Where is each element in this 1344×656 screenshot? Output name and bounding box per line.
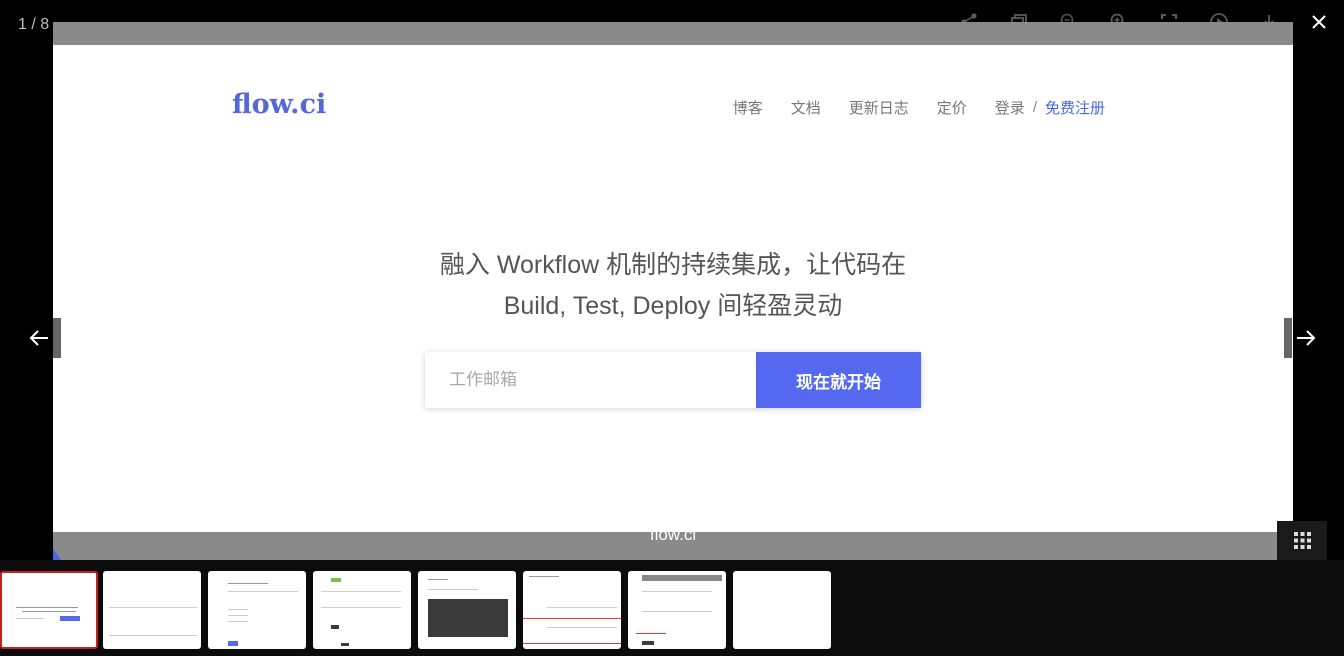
thumb-text-line bbox=[228, 621, 248, 622]
thumb-red-line bbox=[523, 618, 621, 619]
thumb-toggle bbox=[331, 625, 339, 629]
thumbnail-4[interactable] bbox=[313, 571, 411, 649]
thumb-toggle bbox=[331, 578, 341, 582]
thumb-text-line bbox=[109, 607, 197, 608]
nav-signup-link[interactable]: 免费注册 bbox=[1045, 97, 1105, 118]
email-input[interactable] bbox=[425, 352, 756, 408]
slide-caption: flow.ci bbox=[649, 525, 697, 544]
grid-icon bbox=[1293, 532, 1311, 549]
thumb-text-line bbox=[547, 607, 617, 608]
thumbnail-1[interactable] bbox=[0, 571, 98, 649]
thumb-text-line bbox=[529, 576, 559, 577]
nav-pricing-link[interactable]: 定价 bbox=[937, 97, 967, 118]
thumb-red-line bbox=[636, 633, 666, 634]
hero-line-1: 融入 Workflow 机制的持续集成，让代码在 bbox=[439, 251, 907, 279]
thumb-text-line bbox=[109, 635, 197, 636]
thumb-text-line bbox=[16, 607, 78, 608]
thumbnail-8[interactable] bbox=[733, 571, 831, 649]
thumb-text-line bbox=[428, 589, 478, 590]
thumb-button bbox=[60, 616, 80, 621]
thumb-text-line bbox=[228, 583, 268, 584]
thumb-button bbox=[228, 641, 238, 646]
thumb-badge bbox=[642, 641, 654, 645]
thumb-text-line bbox=[547, 627, 617, 628]
slide-counter: 1 / 8 bbox=[18, 16, 50, 33]
thumb-text-line bbox=[642, 591, 712, 592]
nav-separator: / bbox=[1032, 99, 1037, 116]
thumbnail-toggle-button[interactable] bbox=[1277, 521, 1327, 560]
site-logo[interactable]: flow.ci bbox=[232, 89, 326, 120]
prev-arrow-bar[interactable] bbox=[53, 318, 61, 358]
thumb-text-line bbox=[228, 609, 248, 610]
arrow-right-icon[interactable] bbox=[1295, 328, 1317, 348]
thumb-input-line bbox=[16, 618, 44, 619]
landing-page: flow.ci 博客 文档 更新日志 定价 登录 / 免费注册 融入 Workf… bbox=[53, 45, 1293, 532]
thumb-text-line bbox=[642, 611, 712, 612]
close-button[interactable] bbox=[1294, 0, 1344, 44]
thumb-code-block bbox=[428, 599, 508, 637]
site-nav: 博客 文档 更新日志 定价 登录 / 免费注册 bbox=[705, 97, 1105, 118]
thumb-header bbox=[642, 575, 722, 581]
nav-changelog-link[interactable]: 更新日志 bbox=[849, 97, 909, 118]
nav-blog-link[interactable]: 博客 bbox=[733, 97, 763, 118]
thumbnail-5[interactable] bbox=[418, 571, 516, 649]
nav-docs-link[interactable]: 文档 bbox=[791, 97, 821, 118]
thumb-red-line bbox=[523, 643, 621, 644]
thumbnail-7[interactable] bbox=[628, 571, 726, 649]
slide-image: flow.ci 博客 文档 更新日志 定价 登录 / 免费注册 融入 Workf… bbox=[53, 22, 1293, 560]
start-now-button[interactable]: 现在就开始 bbox=[756, 352, 921, 408]
thumbnail-6[interactable] bbox=[523, 571, 621, 649]
nav-login-link[interactable]: 登录 bbox=[995, 97, 1025, 118]
next-arrow-bar[interactable] bbox=[1284, 318, 1292, 358]
thumb-toggle bbox=[341, 643, 349, 646]
close-icon bbox=[1312, 15, 1326, 29]
thumb-text-line bbox=[321, 607, 401, 608]
thumb-text-line bbox=[321, 591, 401, 592]
thumbnail-3[interactable] bbox=[208, 571, 306, 649]
thumb-text-line bbox=[228, 591, 298, 592]
image-viewer: 1 / 8 flow.ci 博客 文档 更新日志 定价 登录 / 免费注册 融入… bbox=[0, 0, 1344, 656]
hero-headline: 融入 Workflow 机制的持续集成，让代码在 Build, Test, De… bbox=[53, 245, 1293, 327]
thumb-text-line bbox=[22, 611, 76, 612]
arrow-left-icon[interactable] bbox=[28, 328, 50, 348]
signup-form: 现在就开始 bbox=[425, 352, 921, 408]
thumb-text-line bbox=[228, 615, 248, 616]
hero-line-2: Build, Test, Deploy 间轻盈灵动 bbox=[503, 292, 843, 320]
thumbnail-2[interactable] bbox=[103, 571, 201, 649]
thumb-text-line bbox=[428, 579, 448, 580]
